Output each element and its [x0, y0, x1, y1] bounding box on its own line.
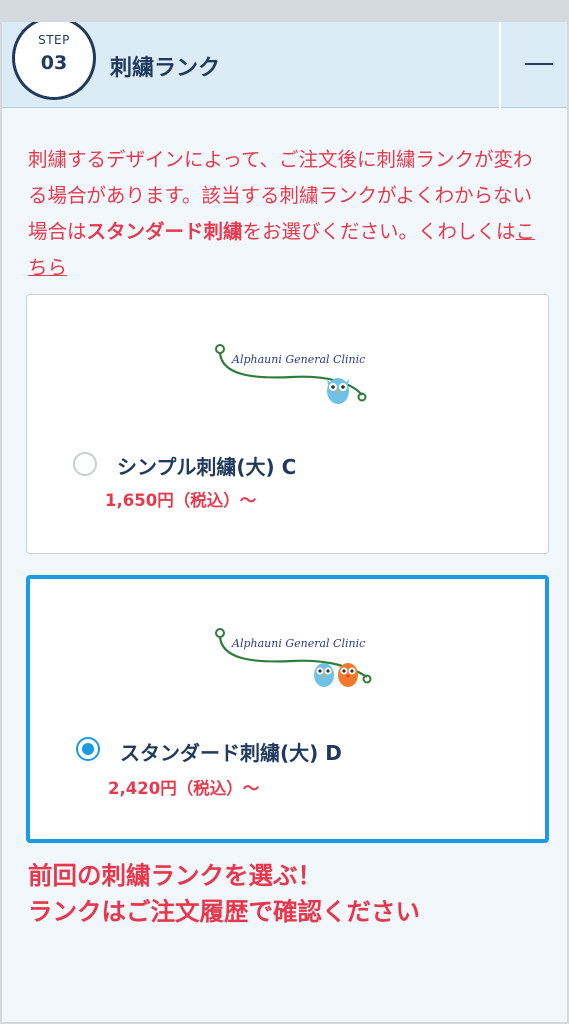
option-card-simple[interactable]: Alphauni General Clinic シンプル刺繍(大) C 1,65… [26, 294, 549, 554]
option-price: 1,650円（税込）〜 [105, 491, 257, 510]
callout-line-2: ランクはご注文履歴で確認ください [28, 897, 420, 926]
collapse-button[interactable] [499, 22, 567, 108]
minus-icon [525, 63, 553, 65]
clinic-logo-two-owls: Alphauni General Clinic [215, 628, 372, 687]
option-card-standard[interactable]: Alphauni General Clinic スタンダード刺繍(大) D 2,… [26, 575, 549, 843]
step-badge: STEP 03 [12, 22, 96, 100]
notice-emphasis: スタンダード刺繍 [86, 220, 243, 243]
blue-owl-icon [314, 663, 334, 687]
callout-line-1: 前回の刺繍ランクを選ぶ！ [28, 861, 322, 890]
logo-text: Alphauni General Clinic [231, 637, 365, 650]
option-price: 2,420円（税込）〜 [108, 779, 260, 798]
rank-notice: 刺繍するデザインによって、ご注文後に刺繍ランクが変わる場合があります。該当する刺… [28, 142, 548, 286]
radio-button[interactable] [73, 452, 97, 476]
notice-text-after: をお選びください。くわしくは [242, 220, 516, 243]
step-03-panel: STEP 03 刺繍ランク 刺繍するデザインによって、ご注文後に刺繍ランクが変わ… [2, 22, 567, 1022]
step-number: 03 [40, 52, 68, 74]
section-header: STEP 03 刺繍ランク [2, 22, 567, 108]
radio-button-selected[interactable] [76, 737, 100, 761]
rank-callout: 前回の刺繍ランクを選ぶ！ ランクはご注文履歴で確認ください [28, 858, 548, 930]
clinic-logo-single-owl: Alphauni General Clinic [215, 344, 367, 404]
option-name: シンプル刺繍(大) C [117, 455, 297, 479]
section-title: 刺繍ランク [110, 56, 221, 81]
orange-owl-icon [338, 663, 358, 687]
logo-text: Alphauni General Clinic [231, 353, 365, 366]
step-label: STEP [38, 33, 70, 47]
owl-icon [327, 378, 349, 404]
option-name: スタンダード刺繍(大) D [120, 741, 342, 765]
